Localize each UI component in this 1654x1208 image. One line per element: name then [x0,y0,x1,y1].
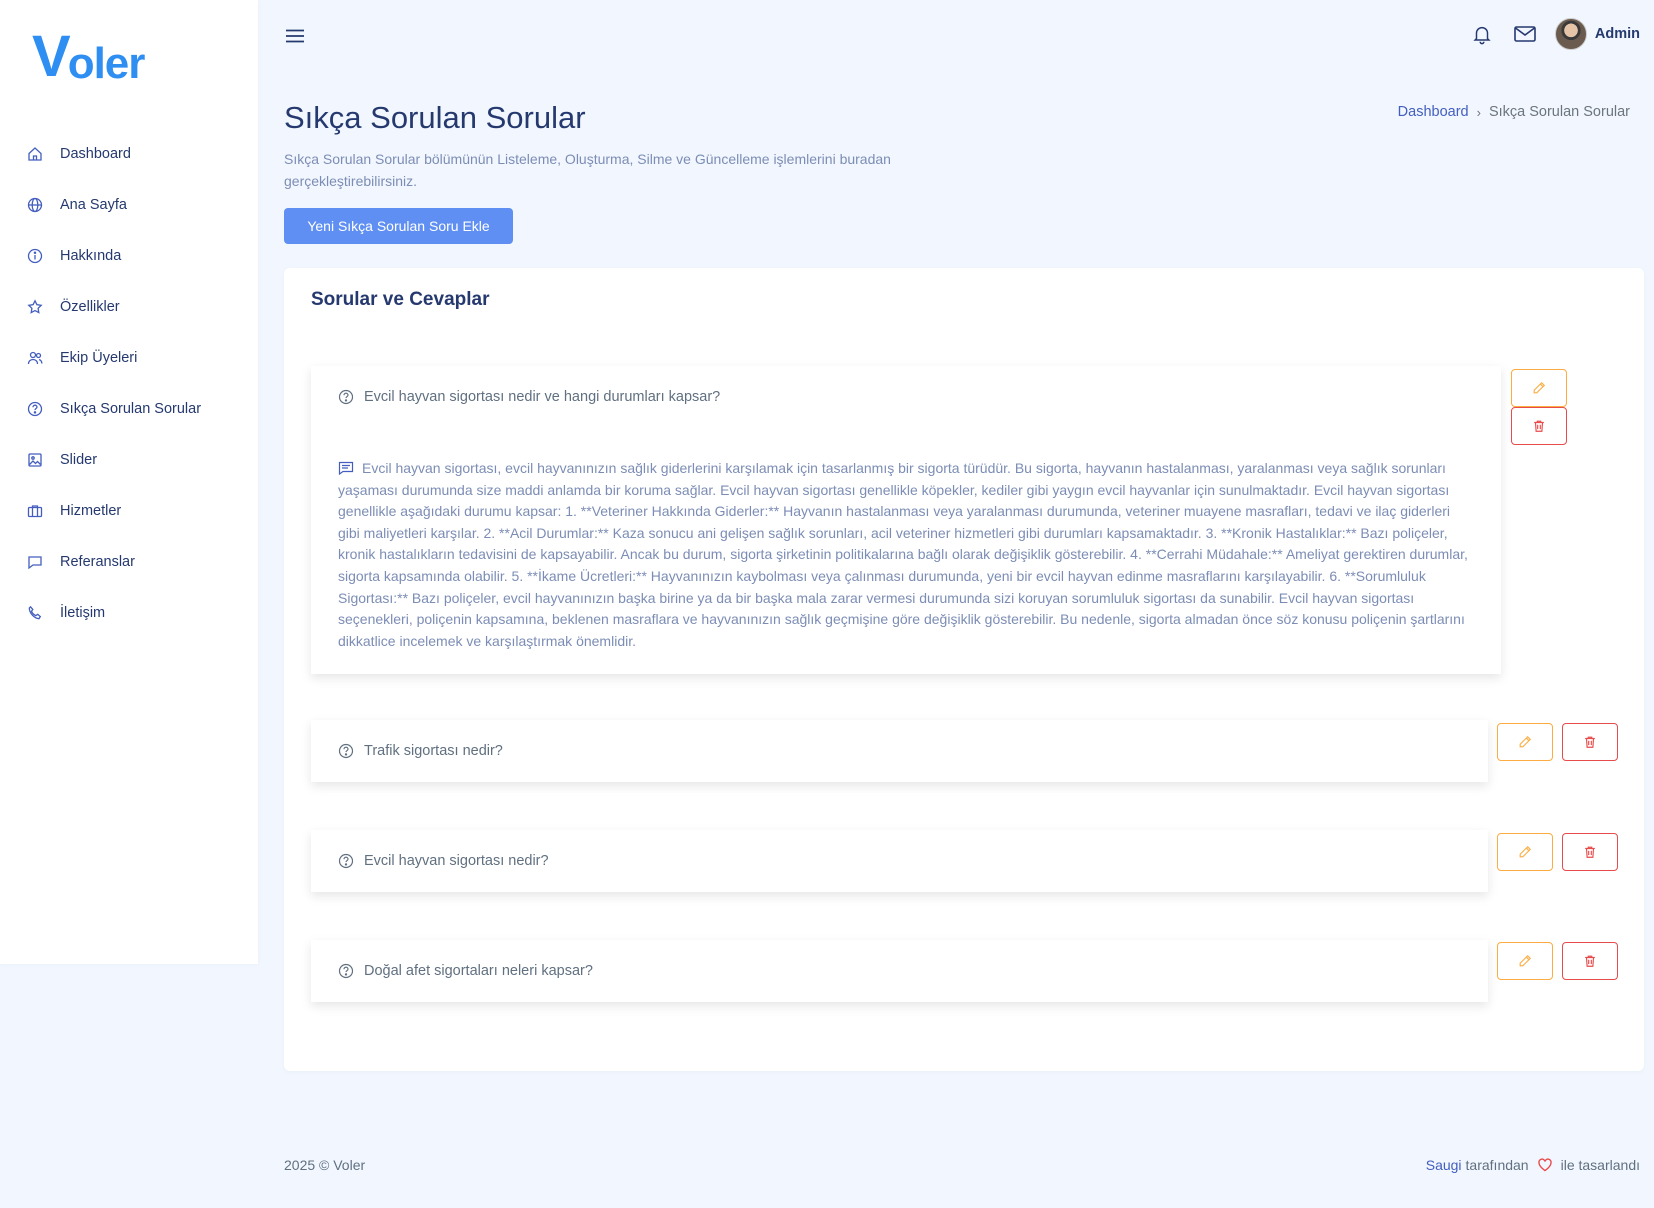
sidebar-item-label: İletişim [60,604,106,621]
breadcrumb-separator: › [1476,104,1481,120]
faq-question-text: Evcil hayvan sigortası nedir? [364,853,549,869]
sidebar-menu: Dashboard Ana Sayfa Hakkında Özellikler … [0,128,258,638]
faq-question[interactable]: Evcil hayvan sigortası nedir ve hangi du… [338,366,720,428]
chat-icon [26,553,44,571]
delete-button[interactable] [1562,723,1618,761]
sidebar-item-label: Özellikler [60,298,120,315]
image-icon [26,451,44,469]
faq-question-text: Evcil hayvan sigortası nedir ve hangi du… [364,389,721,405]
question-circle-icon [26,400,44,418]
sidebar-item-label: Referanslar [60,553,135,570]
page-description: Sıkça Sorulan Sorular bölümünün Listelem… [284,151,891,189]
sidebar-item-ana-sayfa[interactable]: Ana Sayfa [0,179,258,230]
envelope-icon[interactable] [1512,21,1538,47]
breadcrumb: Dashboard › Sıkça Sorulan Sorular [1398,104,1630,120]
trash-icon [1534,420,1544,432]
edit-button[interactable] [1497,723,1553,761]
trash-icon [1585,736,1595,748]
heart-icon [1537,1157,1553,1173]
edit-button[interactable] [1497,942,1553,980]
star-icon [26,298,44,316]
footer-by-text: tarafından [1465,1157,1529,1173]
sidebar-item-ozellikler[interactable]: Özellikler [0,281,258,332]
user-name[interactable]: Admin [1595,26,1640,42]
edit-button[interactable] [1511,369,1567,407]
footer-credit: Saugi tarafından ile tasarlandı [1426,1157,1640,1173]
add-faq-button[interactable]: Yeni Sıkça Sorulan Soru Ekle [284,208,513,244]
faq-item: Doğal afet sigortaları neleri kapsar? [311,940,1488,1002]
card-title: Sorular ve Cevaplar [311,289,490,310]
menu-icon [286,29,304,43]
sidebar-item-referanslar[interactable]: Referanslar [0,536,258,587]
faq-question[interactable]: Trafik sigortası nedir? [338,720,503,782]
footer-designed-text: ile tasarlandı [1560,1157,1640,1173]
briefcase-icon [26,502,44,520]
sidebar-item-label: Hizmetler [60,502,122,519]
question-circle-icon [338,743,354,759]
avatar[interactable] [1554,18,1587,50]
footer-copyright: 2025 © Voler [284,1157,366,1173]
pencil-icon [1533,381,1546,394]
phone-icon [26,604,44,622]
sidebar-item-ekip-uyeleri[interactable]: Ekip Üyeleri [0,332,258,383]
breadcrumb-home-link[interactable]: Dashboard [1398,104,1469,120]
faq-answer-text: Evcil hayvan sigortası, evcil hayvanınız… [338,460,1468,649]
sidebar-item-hakkinda[interactable]: Hakkında [0,230,258,281]
sidebar-item-label: Dashboard [60,145,131,162]
sidebar-item-label: Ekip Üyeleri [60,349,138,366]
faq-item: Trafik sigortası nedir? [311,720,1488,782]
edit-button[interactable] [1497,833,1553,871]
people-icon [26,349,44,367]
faq-question[interactable]: Evcil hayvan sigortası nedir? [338,830,549,892]
question-circle-icon [338,853,354,869]
globe-icon [26,196,44,214]
sidebar-item-label: Slider [60,451,98,468]
chat-text-icon [338,460,354,476]
logo-letter: V [32,24,71,89]
sidebar-item-dashboard[interactable]: Dashboard [0,128,258,179]
pencil-icon [1519,845,1532,858]
footer-author-link[interactable]: Saugi [1426,1157,1462,1173]
sidebar-item-hizmetler[interactable]: Hizmetler [0,485,258,536]
faq-card: Sorular ve Cevaplar Evcil hayvan sigorta… [284,268,1644,1071]
faq-question-text: Doğal afet sigortaları neleri kapsar? [364,963,593,979]
topbar-right: Admin [1469,16,1640,52]
breadcrumb-current: Sıkça Sorulan Sorular [1488,104,1630,120]
question-circle-icon [338,389,354,405]
logo-text: oler [67,39,146,88]
sidebar-item-label: Hakkında [60,247,122,264]
trash-icon [1585,955,1595,967]
info-circle-icon [26,247,44,265]
sidebar-item-label: Sıkça Sorulan Sorular [60,400,202,417]
sidebar: Voler Dashboard Ana Sayfa Hakkında Özell… [0,0,258,964]
faq-question[interactable]: Doğal afet sigortaları neleri kapsar? [338,940,593,1002]
house-icon [26,145,44,163]
faq-item: Evcil hayvan sigortası nedir? [311,830,1488,892]
faq-item: Evcil hayvan sigortası nedir ve hangi du… [311,366,1501,674]
delete-button[interactable] [1511,407,1567,445]
trash-icon [1585,846,1595,858]
page-title: Sıkça Sorulan Sorular [284,100,586,135]
sidebar-item-sss[interactable]: Sıkça Sorulan Sorular [0,383,258,434]
pencil-icon [1519,954,1532,967]
delete-button[interactable] [1562,833,1618,871]
brand-logo[interactable]: Voler [32,24,146,89]
menu-toggle-button[interactable] [283,24,307,48]
delete-button[interactable] [1562,942,1618,980]
sidebar-item-label: Ana Sayfa [60,196,127,213]
sidebar-item-iletisim[interactable]: İletişim [0,587,258,638]
faq-question-text: Trafik sigortası nedir? [364,743,503,759]
pencil-icon [1519,735,1532,748]
sidebar-item-slider[interactable]: Slider [0,434,258,485]
faq-answer: Evcil hayvan sigortası, evcil hayvanınız… [338,458,1471,652]
bell-icon[interactable] [1469,21,1495,47]
question-circle-icon [338,963,354,979]
